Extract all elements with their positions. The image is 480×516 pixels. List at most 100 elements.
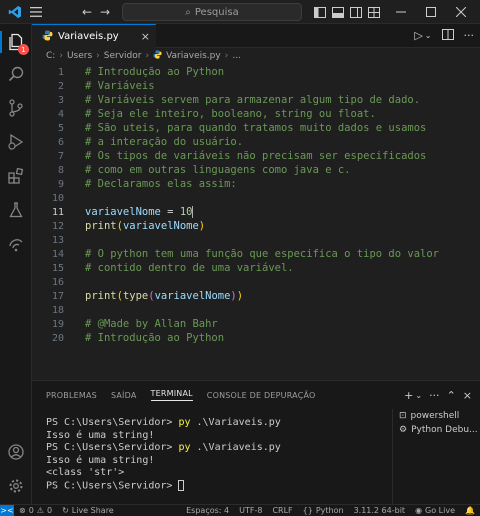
code-line[interactable]: 10 [32,191,480,205]
go-live-button[interactable]: ◉ Go Live [410,506,460,515]
settings-gear-icon[interactable] [0,472,32,500]
code-token: # Introdução ao Python [85,332,225,344]
code-line[interactable]: 15 # contido dentro de uma variável. [32,261,480,275]
language-mode-button[interactable]: {} Python [298,506,349,515]
run-debug-icon[interactable] [0,128,32,156]
language-mode-label: Python [315,506,344,515]
extensions-icon[interactable] [0,162,32,190]
terminal-output[interactable]: PS C:\Users\Servidor> py .\Variaveis.py I… [46,417,384,492]
code-line[interactable]: 3 # Variáveis servem para armazenar algum… [32,93,480,107]
command-search-box[interactable]: ⌕ Pesquisa [122,3,302,21]
terminal-instance-list: ⊡ powershell ⚙ Python Debu... [392,409,480,505]
code-line[interactable]: 9 # Declaramos elas assim: [32,177,480,191]
breadcrumb-servidor[interactable]: Servidor [104,51,142,61]
arrow-right-icon[interactable]: → [100,5,110,19]
code-line[interactable]: 14 # O python tem uma função que especifi… [32,247,480,261]
toggle-secondary-sidebar-icon[interactable] [350,5,362,19]
chevron-right-icon: › [224,51,229,61]
code-line[interactable]: 12 print(variavelNome) [32,219,480,233]
tab-variaveis-py[interactable]: Variaveis.py × [32,24,156,48]
notifications-bell-icon[interactable]: 🔔 [460,506,480,515]
code-line[interactable]: 1 # Introdução ao Python [32,65,480,79]
code-line[interactable]: 16 [32,275,480,289]
editor-actions: ▷ ⌄ ··· [414,29,474,43]
debug-icon: ⚙ [399,425,408,435]
remote-indicator-icon[interactable]: >< [0,504,14,516]
code-line[interactable]: 19 # @Made by Allan Bahr [32,317,480,331]
testing-icon[interactable] [0,196,32,224]
code-line[interactable]: 18 [32,303,480,317]
problems-status[interactable]: ⊗ 0 ⚠ 0 [14,506,57,515]
terminal-instance-item[interactable]: ⊡ powershell [393,409,480,423]
panel-tab-saída[interactable]: SAÍDA [111,391,137,400]
terminal-instance-item[interactable]: ⚙ Python Debu... [393,423,480,437]
line-number: 7 [57,150,64,162]
search-icon[interactable] [0,60,32,88]
breadcrumb-drive[interactable]: C: [46,51,55,61]
code-text: # Introdução ao Python [85,332,224,344]
code-line[interactable]: 17 print(type(variavelNome)) [32,289,480,303]
panel-tab-terminal[interactable]: TERMINAL [150,389,193,401]
chevron-right-icon: › [145,51,150,61]
code-line[interactable]: 2 # Variáveis [32,79,480,93]
encoding-status[interactable]: UTF-8 [234,506,267,515]
code-token: # contido dentro de uma variável. [85,262,294,274]
terminal-instance-label: powershell [410,411,460,421]
explorer-icon[interactable]: 1 [0,28,32,56]
code-line[interactable]: 20 # Introdução ao Python [32,331,480,345]
line-ending-status[interactable]: CRLF [267,506,297,515]
panel-tab-problemas[interactable]: PROBLEMAS [46,391,97,400]
live-share-button[interactable]: ↻ Live Share [57,506,119,515]
breadcrumb-more[interactable]: ... [232,51,241,61]
code-line[interactable]: 5 # São uteis, para quando tratamos muito… [32,121,480,135]
code-line[interactable]: 13 [32,233,480,247]
line-number: 10 [51,192,64,204]
code-text: print(variavelNome) [85,220,205,232]
line-number: 1 [57,66,64,78]
code-line[interactable]: 11 variavelNome = 10 [32,205,480,219]
code-editor[interactable]: 1 # Introdução ao Python 2 # Variáveis 3 # Va… [32,64,480,380]
code-line[interactable]: 6 # a interação do usuário. [32,135,480,149]
code-text: # a interação do usuário. [85,136,243,148]
terminal-dropdown-chevron-icon[interactable]: ⌄ [415,391,422,402]
close-icon[interactable] [456,5,466,19]
search-placeholder: Pesquisa [194,6,239,18]
remote-explorer-icon[interactable] [0,230,32,258]
terminal-line: PS C:\Users\Servidor> [46,479,384,493]
run-python-file-icon[interactable]: ▷ [414,29,422,43]
vscode-logo-icon[interactable] [8,5,22,19]
panel-more-icon[interactable]: ··· [429,389,440,402]
run-options-chevron-icon[interactable]: ⌄ [425,31,432,43]
code-token: # como em outras linguagens como java e … [85,164,351,176]
indentation-status[interactable]: Espaços: 4 [181,506,234,515]
account-icon[interactable] [0,438,32,466]
minimize-icon[interactable] [396,5,406,19]
customize-layout-icon[interactable] [368,5,380,19]
python-interpreter-status[interactable]: 3.11.2 64-bit [349,506,411,515]
code-line[interactable]: 4 # Seja ele inteiro, booleano, string ou… [32,107,480,121]
panel-close-icon[interactable]: × [463,389,472,402]
breadcrumb-users[interactable]: Users [67,51,92,61]
new-terminal-plus-icon[interactable]: + [404,389,413,402]
maximize-icon[interactable] [426,5,436,19]
breadcrumb-file[interactable]: Variaveis.py [166,51,221,61]
panel-maximize-icon[interactable]: ⌃ [447,389,456,402]
toggle-sidebar-icon[interactable] [314,5,326,19]
error-count: 0 [28,506,34,515]
split-editor-icon[interactable] [441,29,454,43]
terminal-output-text: Isso é uma string! [46,454,155,466]
arrow-left-icon[interactable]: ← [82,5,92,19]
source-control-icon[interactable] [0,94,32,122]
code-text: # Os tipos de variáveis não precisam ser… [85,150,426,162]
code-line[interactable]: 8 # como em outras linguagens como java e… [32,163,480,177]
code-line[interactable]: 7 # Os tipos de variáveis não precisam se… [32,149,480,163]
terminal-cursor [178,479,185,491]
panel-tab-console[interactable]: CONSOLE DE DEPURAÇÃO [207,391,316,400]
error-icon: ⊗ [19,506,26,515]
menu-icon[interactable] [30,5,42,19]
more-actions-icon[interactable]: ··· [464,29,475,43]
tab-close-icon[interactable]: × [141,30,150,43]
line-number: 20 [51,332,64,344]
code-text: variavelNome = 10 [85,206,194,218]
toggle-panel-icon[interactable] [332,5,344,19]
